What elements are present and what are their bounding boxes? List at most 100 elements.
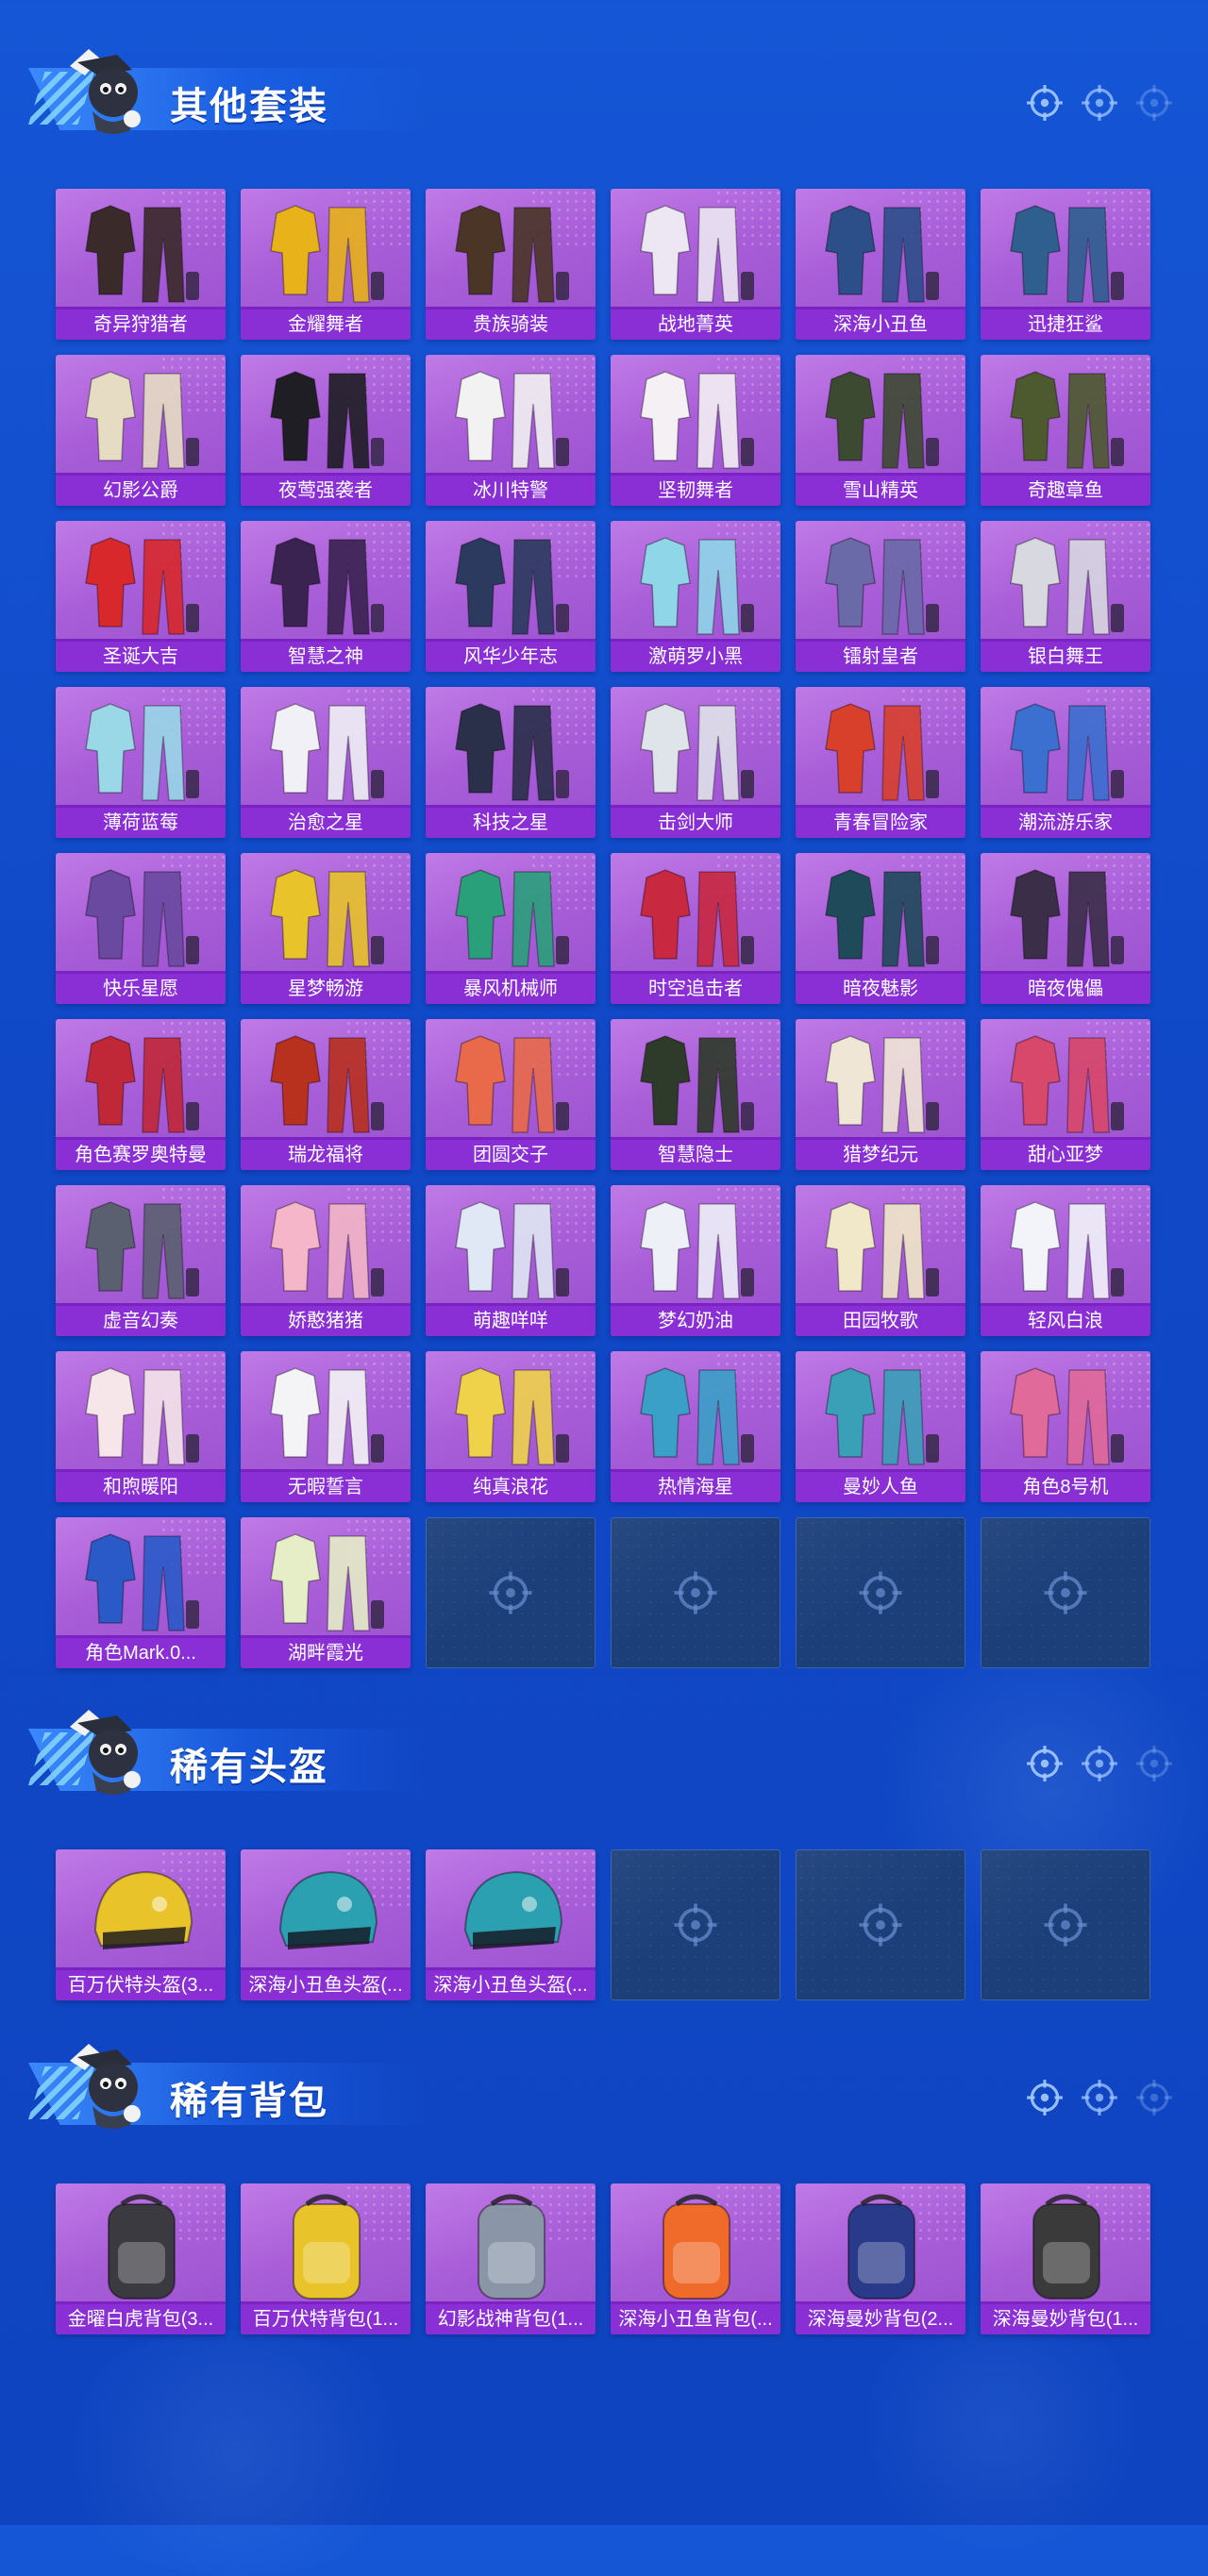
- outfit-card[interactable]: 智慧之神: [241, 521, 411, 672]
- backpack-card[interactable]: 金曜白虎背包(3...: [56, 2183, 226, 2334]
- outfit-card[interactable]: 娇憨猪猪: [241, 1185, 411, 1336]
- outfit-card[interactable]: 和煦暖阳: [56, 1351, 226, 1502]
- item-name: 角色Mark.0...: [56, 1638, 226, 1668]
- outfit-card[interactable]: 科技之星: [426, 687, 596, 838]
- outfit-card[interactable]: 风华少年志: [426, 521, 596, 672]
- outfit-card[interactable]: 团圆交子: [426, 1019, 596, 1170]
- outfit-image: [455, 1367, 569, 1465]
- item-name: 娇憨猪猪: [241, 1306, 411, 1336]
- section-title: 其他套装: [170, 86, 328, 127]
- outfit-card[interactable]: 薄荷蓝莓: [56, 687, 226, 838]
- item-name: 击剑大师: [611, 808, 780, 838]
- outfit-card[interactable]: 暗夜魅影: [796, 853, 965, 1004]
- outfit-card[interactable]: 击剑大师: [611, 687, 780, 838]
- outfit-image: [85, 1533, 199, 1631]
- outfit-image: [455, 1201, 569, 1299]
- outfit-card[interactable]: 暗夜傀儡: [981, 853, 1150, 1004]
- crosshair-icon: [859, 1571, 902, 1614]
- item-name: 深海小丑鱼头盔(...: [426, 1970, 596, 2000]
- item-name: 贵族骑装: [426, 309, 596, 340]
- outfit-card[interactable]: 甜心亚梦: [981, 1019, 1150, 1170]
- outfit-card[interactable]: 角色Mark.0...: [56, 1517, 226, 1668]
- outfit-card[interactable]: 银白舞王: [981, 521, 1150, 672]
- outfit-image: [85, 869, 199, 967]
- outfit-card[interactable]: 深海小丑鱼: [796, 189, 965, 340]
- header-crosshair-decorations: [1025, 83, 1174, 123]
- backpack-card[interactable]: 深海曼妙背包(1...: [981, 2183, 1150, 2334]
- outfit-card[interactable]: 暴风机械师: [426, 853, 596, 1004]
- empty-slot: [426, 1517, 596, 1668]
- backpack-card[interactable]: 幻影战神背包(1...: [426, 2183, 596, 2334]
- outfit-card[interactable]: 角色赛罗奥特曼: [56, 1019, 226, 1170]
- outfit-card[interactable]: 夜莺强袭者: [241, 355, 411, 506]
- item-name: 纯真浪花: [426, 1472, 596, 1502]
- outfit-card[interactable]: 激萌罗小黑: [611, 521, 780, 672]
- item-name: 奇异狩猎者: [56, 309, 226, 340]
- helmet-card[interactable]: 深海小丑鱼头盔(...: [241, 1849, 411, 2000]
- outfit-card[interactable]: 田园牧歌: [796, 1185, 965, 1336]
- outfit-card[interactable]: 治愈之星: [241, 687, 411, 838]
- header-crosshair-decorations: [1025, 2078, 1174, 2117]
- item-name: 角色赛罗奥特曼: [56, 1140, 226, 1170]
- outfit-card[interactable]: 冰川特警: [426, 355, 596, 506]
- outfit-image: [455, 869, 569, 967]
- outfit-card[interactable]: 星梦畅游: [241, 853, 411, 1004]
- helmet-card[interactable]: 百万伏特头盔(3...: [56, 1849, 226, 2000]
- outfit-card[interactable]: 迅捷狂鲨: [981, 189, 1150, 340]
- outfit-card[interactable]: 纯真浪花: [426, 1351, 596, 1502]
- item-grid: 百万伏特头盔(3... 深海小丑鱼头盔(... 深海小丑鱼头盔(...: [56, 1849, 1150, 2000]
- outfit-card[interactable]: 时空追击者: [611, 853, 780, 1004]
- backpack-card[interactable]: 百万伏特背包(1...: [241, 2183, 411, 2334]
- outfit-card[interactable]: 猎梦纪元: [796, 1019, 965, 1170]
- helmet-image: [93, 1870, 193, 1949]
- outfit-card[interactable]: 轻风白浪: [981, 1185, 1150, 1336]
- outfit-card[interactable]: 瑞龙福将: [241, 1019, 411, 1170]
- item-name: 湖畔霞光: [241, 1638, 411, 1668]
- outfit-card[interactable]: 无暇誓言: [241, 1351, 411, 1502]
- outfit-card[interactable]: 虚音幻奏: [56, 1185, 226, 1336]
- backpack-image: [1032, 2194, 1100, 2300]
- backpack-image: [478, 2194, 545, 2300]
- outfit-image: [640, 1035, 754, 1133]
- empty-slot: [981, 1849, 1150, 2000]
- outfit-image: [1010, 1367, 1124, 1465]
- outfit-card[interactable]: 快乐星愿: [56, 853, 226, 1004]
- outfit-card[interactable]: 角色8号机: [981, 1351, 1150, 1502]
- outfit-card[interactable]: 热情海星: [611, 1351, 780, 1502]
- empty-slot: [796, 1517, 965, 1668]
- item-name: 轻风白浪: [981, 1306, 1150, 1336]
- outfit-card[interactable]: 贵族骑装: [426, 189, 596, 340]
- outfit-card[interactable]: 湖畔霞光: [241, 1517, 411, 1668]
- outfit-image: [825, 869, 939, 967]
- outfit-card[interactable]: 雪山精英: [796, 355, 965, 506]
- item-name: 深海曼妙背包(2...: [796, 2304, 965, 2334]
- outfit-card[interactable]: 青春冒险家: [796, 687, 965, 838]
- backpack-image: [293, 2194, 361, 2300]
- helmet-card[interactable]: 深海小丑鱼头盔(...: [426, 1849, 596, 2000]
- crosshair-icon: [1136, 2080, 1172, 2116]
- outfit-image: [1010, 869, 1124, 967]
- outfit-card[interactable]: 奇异狩猎者: [56, 189, 226, 340]
- item-name: 夜莺强袭者: [241, 476, 411, 506]
- outfit-card[interactable]: 萌趣咩咩: [426, 1185, 596, 1336]
- backpack-card[interactable]: 深海曼妙背包(2...: [796, 2183, 965, 2334]
- crosshair-icon: [489, 1571, 532, 1614]
- crosshair-icon: [674, 1571, 717, 1614]
- outfit-card[interactable]: 智慧隐士: [611, 1019, 780, 1170]
- outfit-card[interactable]: 奇趣章鱼: [981, 355, 1150, 506]
- outfit-card[interactable]: 坚韧舞者: [611, 355, 780, 506]
- outfit-image: [825, 537, 939, 635]
- outfit-card[interactable]: 镭射皇者: [796, 521, 965, 672]
- backpack-card[interactable]: 深海小丑鱼背包(...: [611, 2183, 780, 2334]
- outfit-card[interactable]: 潮流游乐家: [981, 687, 1150, 838]
- outfit-image: [455, 537, 569, 635]
- item-name: 时空追击者: [611, 974, 780, 1004]
- outfit-card[interactable]: 圣诞大吉: [56, 521, 226, 672]
- outfit-image: [85, 371, 199, 469]
- outfit-card[interactable]: 梦幻奶油: [611, 1185, 780, 1336]
- outfit-card[interactable]: 战地菁英: [611, 189, 780, 340]
- outfit-card[interactable]: 幻影公爵: [56, 355, 226, 506]
- outfit-card[interactable]: 金耀舞者: [241, 189, 411, 340]
- outfit-card[interactable]: 曼妙人鱼: [796, 1351, 965, 1502]
- backpack-image: [108, 2194, 176, 2300]
